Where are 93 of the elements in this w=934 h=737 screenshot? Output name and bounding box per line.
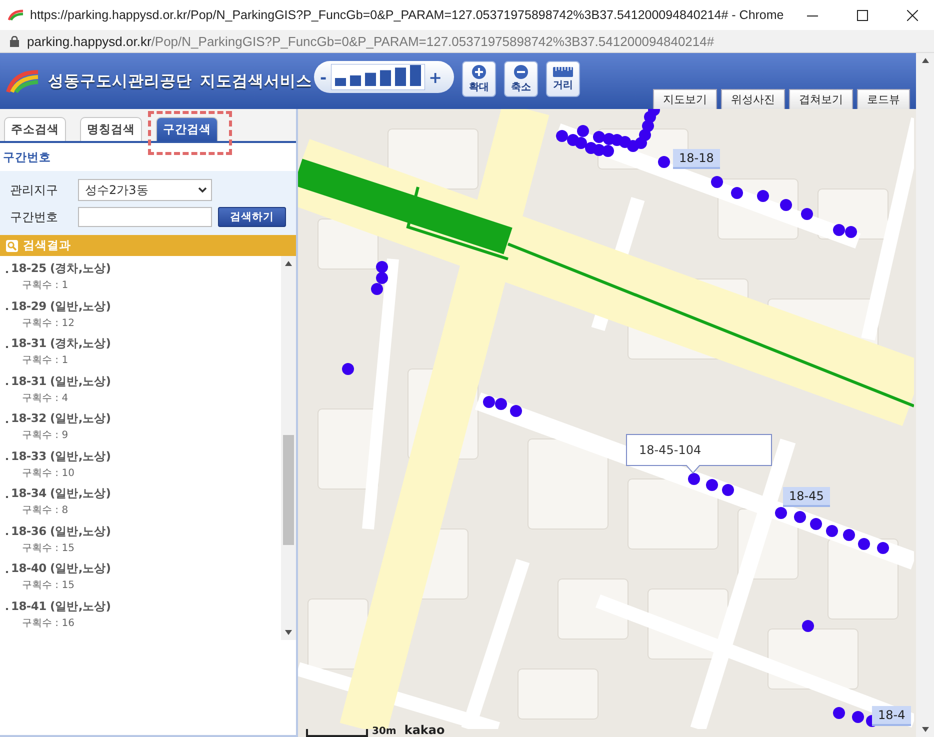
parking-dot: [826, 525, 838, 537]
parking-dot: [845, 226, 857, 238]
parking-dot: [833, 224, 845, 236]
slot-count: 구획수 : 16: [21, 616, 76, 630]
result-item[interactable]: 18-41 (일반,노상): [11, 598, 111, 614]
zoom-plus-sign[interactable]: +: [428, 68, 442, 86]
slot-count: 구획수 : 10: [21, 466, 76, 480]
scale-bar: [306, 729, 368, 737]
parking-dot: [688, 473, 700, 485]
search-tab[interactable]: 구간검색: [156, 117, 218, 141]
parking-dot: [575, 137, 587, 149]
search-button[interactable]: 검색하기: [218, 207, 286, 227]
map-type-button[interactable]: 지도보기: [653, 89, 717, 109]
result-item[interactable]: 18-31 (경차,노상): [11, 336, 111, 351]
parking-dot: [801, 208, 813, 220]
plus-icon: [472, 64, 486, 78]
map-tool-button[interactable]: 확대: [462, 61, 496, 97]
map-type-button[interactable]: 로드뷰: [857, 89, 910, 109]
parking-dot: [706, 479, 718, 491]
parking-dot: [510, 405, 522, 417]
slot-count: 구획수 : 9: [21, 429, 70, 442]
parking-dot: [843, 529, 855, 541]
parking-dot: [711, 176, 723, 188]
field-label: 관리지구: [10, 182, 59, 198]
minus-icon: [514, 64, 528, 78]
lock-icon: [10, 36, 19, 46]
parking-dot: [810, 518, 822, 530]
parking-dot: [780, 199, 792, 211]
section-label: 18-4: [872, 706, 912, 726]
slot-count: 구획수 : 8: [21, 504, 70, 517]
map-attribution: kakao: [404, 723, 445, 737]
parking-dot: [794, 511, 806, 523]
slot-count: 구획수 : 1: [21, 279, 70, 292]
parking-dot: [877, 542, 889, 554]
slot-count: 구획수 : 15: [21, 579, 76, 592]
result-item[interactable]: 18-25 (경차,노상): [11, 261, 111, 276]
rainbow-logo-icon: [6, 68, 40, 94]
parking-dot: [577, 125, 589, 137]
parking-dot: [802, 620, 814, 632]
parking-dot: [376, 261, 388, 273]
slot-count: 구획수 : 4: [21, 392, 70, 404]
result-item[interactable]: 18-29 (일반,노상): [11, 298, 111, 314]
section-number-field[interactable]: [78, 207, 212, 227]
org-name: 성동구도시관리공단: [48, 70, 192, 92]
parking-dot: [602, 145, 614, 157]
result-item[interactable]: 18-32 (일반,노상): [11, 411, 111, 426]
caret-icon: [198, 187, 207, 193]
search-icon: [6, 240, 18, 252]
result-item[interactable]: 18-34 (일반,노상): [11, 486, 111, 501]
scale-label: 30m: [372, 726, 396, 737]
parking-dot: [371, 283, 383, 295]
parking-dot: [593, 131, 605, 143]
map-type-button[interactable]: 위성사진: [721, 89, 785, 109]
result-item[interactable]: 18-33 (일반,노상): [11, 448, 111, 464]
parking-dot: [658, 156, 670, 168]
map-tool-button[interactable]: 축소: [504, 61, 538, 97]
section-label: 18-18: [673, 149, 720, 169]
parking-dot: [483, 396, 495, 408]
slot-count: 구획수 : 12: [21, 316, 76, 330]
service-name: 지도검색서비스: [200, 70, 312, 92]
field-label: 구간번호: [10, 208, 59, 226]
parking-dot: [495, 398, 507, 410]
zoom-minus-sign[interactable]: -: [320, 68, 327, 86]
parking-dot: [833, 707, 845, 719]
zoom-level-bars-icon: [330, 64, 425, 90]
ruler-icon: [553, 66, 573, 76]
result-item[interactable]: 18-31 (일반,노상): [11, 374, 111, 388]
section-label: 18-45: [783, 487, 830, 507]
district-select[interactable]: 성수2가3동: [78, 179, 212, 201]
slot-count: 구획수 : 15: [21, 542, 76, 554]
parking-dot: [376, 272, 388, 284]
parking-dot: [556, 130, 568, 142]
parking-dot: [775, 507, 787, 519]
results-title: 검색결과: [23, 238, 71, 253]
slot-count: 구획수 : 1: [21, 354, 70, 367]
parking-dot: [757, 190, 769, 202]
window-title: https://parking.happysd.or.kr/Pop/N_ParkingGIS?P_FuncGb=0&P_PARAM=127.05371975898742%3B37.541200094840214# - Chrome: [30, 8, 784, 22]
map-tool-button[interactable]: 거리: [546, 61, 580, 97]
info-popup: 18-45-104: [626, 434, 772, 466]
parking-dot: [852, 711, 864, 723]
parking-dot: [722, 484, 734, 496]
parking-dot: [731, 187, 743, 199]
parking-dot: [858, 538, 870, 550]
url-text: parking.happysd.or.kr/Pop/N_ParkingGIS?P_FuncGb=0&P_PARAM=127.05371975898742%3B37.541200094840214#: [27, 34, 714, 48]
scroll-thumb[interactable]: [283, 435, 294, 545]
parking-dot: [342, 363, 354, 375]
rainbow-logo-icon: [8, 9, 24, 21]
map-type-button[interactable]: 겹쳐보기: [789, 89, 853, 109]
search-tab[interactable]: 명칭검색: [80, 117, 142, 141]
search-tab[interactable]: 주소검색: [4, 117, 66, 141]
popup-tail-icon: [686, 465, 700, 474]
result-item[interactable]: 18-40 (일반,노상): [11, 561, 111, 576]
result-item[interactable]: 18-36 (일반,노상): [11, 524, 111, 538]
